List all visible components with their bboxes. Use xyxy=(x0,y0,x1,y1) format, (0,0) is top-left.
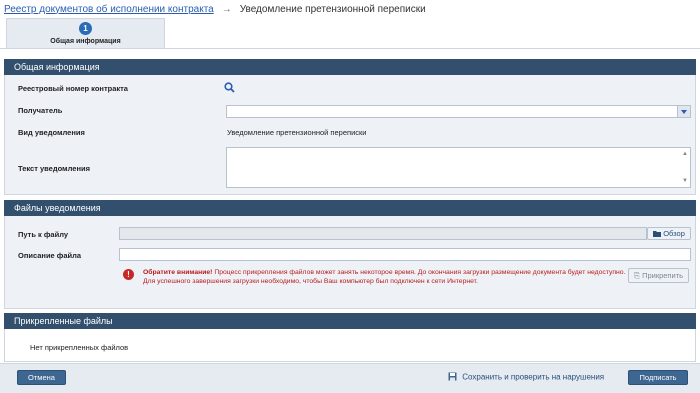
file-path-label: Путь к файлу xyxy=(18,230,69,239)
files-panel: Путь к файлу Обзор Описание файла ! Обра… xyxy=(4,216,696,309)
notice-type-label: Вид уведомления xyxy=(18,128,85,137)
step-number: 1 xyxy=(79,22,92,35)
browse-label: Обзор xyxy=(663,229,685,238)
breadcrumb-current: Уведомление претензионной переписки xyxy=(239,3,426,15)
warning-title: Обратите внимание! xyxy=(143,269,213,276)
breadcrumb-link-registry[interactable]: Реестр документов об исполнении контракт… xyxy=(4,4,214,15)
attach-button[interactable]: ⎘ Прикрепить xyxy=(628,268,689,283)
scroll-up-icon[interactable]: ▲ xyxy=(682,151,688,157)
upload-warning: Обратите внимание! Процесс прикрепления … xyxy=(143,268,643,286)
general-panel: Реестровый номер контракта Получатель Ви… xyxy=(4,75,696,195)
cancel-button[interactable]: Отмена xyxy=(17,370,66,385)
step-general-info[interactable]: 1 Общая информация xyxy=(6,18,165,48)
breadcrumb: Реестр документов об исполнении контракт… xyxy=(4,2,426,16)
save-check-label: Сохранить и проверить на нарушения xyxy=(462,372,605,382)
notice-text-area[interactable]: ▲ ▼ xyxy=(226,147,691,188)
attach-label: Прикрепить xyxy=(642,271,684,280)
step-label: Общая информация xyxy=(50,38,121,45)
scroll-down-icon[interactable]: ▼ xyxy=(682,178,688,184)
warning-line-2: Для успешного завершения загрузки необхо… xyxy=(143,278,478,285)
warning-icon: ! xyxy=(123,269,134,280)
file-path-input[interactable] xyxy=(119,227,647,240)
attached-panel: Нет прикрепленных файлов xyxy=(4,329,696,362)
save-check-button[interactable]: Сохранить и проверить на нарушения xyxy=(448,372,604,383)
paperclip-icon: ⎘ xyxy=(633,271,640,280)
section-header-files: Файлы уведомления xyxy=(4,200,696,216)
notice-type-value: Уведомление претензионной переписки xyxy=(227,128,367,137)
save-icon xyxy=(448,372,457,383)
sign-button[interactable]: Подписать xyxy=(628,370,688,385)
registry-number-label: Реестровый номер контракта xyxy=(18,84,128,93)
chevron-down-icon[interactable] xyxy=(677,106,690,117)
no-files-text: Нет прикрепленных файлов xyxy=(30,343,129,352)
section-header-attached: Прикрепленные файлы xyxy=(4,313,696,329)
file-description-input[interactable] xyxy=(119,248,691,261)
search-icon[interactable] xyxy=(224,82,235,93)
recipient-label: Получатель xyxy=(18,106,63,115)
step-bar: 1 Общая информация xyxy=(0,18,700,49)
browse-button[interactable]: Обзор xyxy=(647,227,691,240)
section-header-general: Общая информация xyxy=(4,59,696,75)
notice-text-label: Текст уведомления xyxy=(18,164,90,173)
file-description-label: Описание файла xyxy=(18,251,82,260)
warning-line-1: Процесс прикрепления файлов может занять… xyxy=(212,269,626,276)
recipient-select[interactable] xyxy=(226,105,691,118)
arrow-right-icon: → xyxy=(221,3,232,15)
folder-icon xyxy=(653,229,662,240)
